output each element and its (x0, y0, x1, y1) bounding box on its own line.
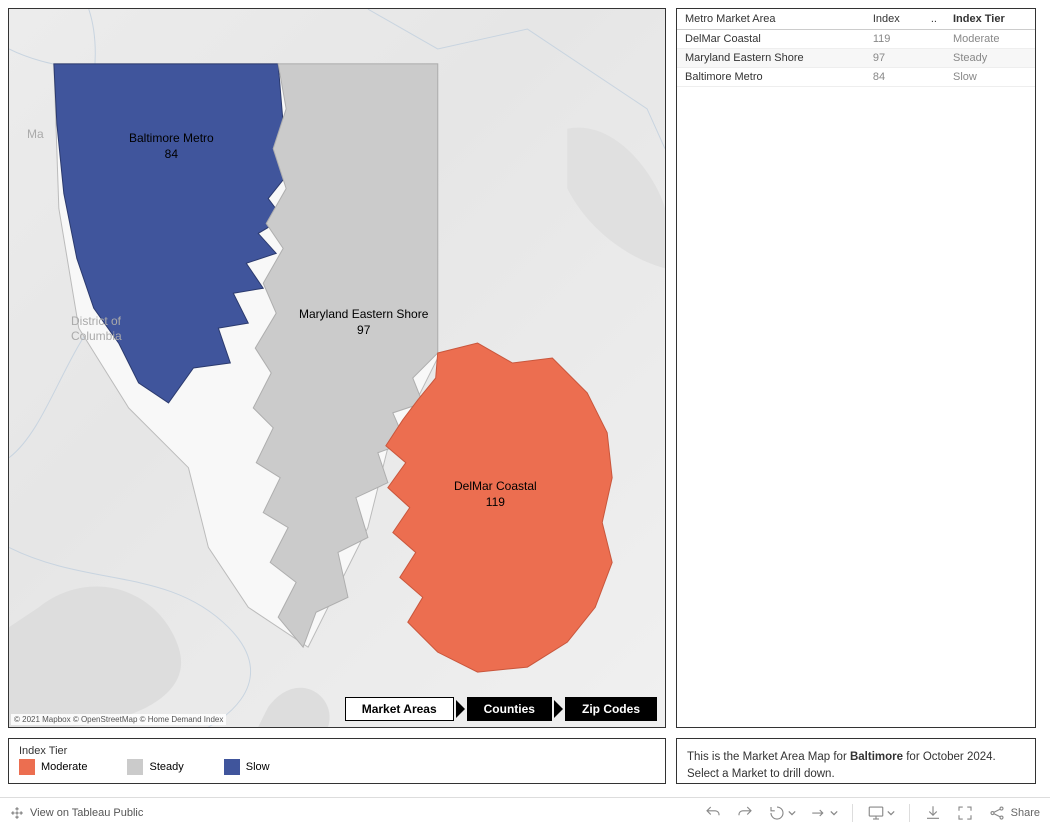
region-baltimore-metro[interactable] (54, 64, 288, 403)
share-button[interactable]: Share (988, 804, 1040, 822)
cell-area: Baltimore Metro (677, 68, 865, 87)
main-layout: Ma District of Columbia Baltimore Metro … (0, 0, 1050, 792)
nav-market-areas[interactable]: Market Areas (345, 697, 454, 721)
cell-tier: Steady (945, 49, 1035, 68)
tableau-logo-icon (10, 806, 24, 820)
nav-zip-codes[interactable]: Zip Codes (565, 697, 657, 721)
th-blank[interactable]: .. (923, 9, 945, 30)
map-attribution: © 2021 Mapbox © OpenStreetMap © Home Dem… (11, 714, 226, 725)
legend-item-slow[interactable]: Slow (224, 759, 270, 775)
revert-icon (810, 804, 828, 822)
caption-prefix: This is the Market Area Map for (687, 751, 850, 763)
presentation-icon (867, 804, 885, 822)
caret-down-icon (887, 809, 895, 817)
table-row[interactable]: DelMar Coastal 119 Moderate (677, 30, 1035, 49)
cell-area: Maryland Eastern Shore (677, 49, 865, 68)
toolbar-divider (852, 804, 853, 822)
toolbar-right: Share (704, 804, 1040, 822)
swatch-steady-icon (127, 759, 143, 775)
region-eastern-shore[interactable] (253, 64, 437, 647)
cell-index: 84 (865, 68, 923, 87)
legend-title: Index Tier (19, 745, 655, 757)
map-regions-svg (9, 9, 665, 727)
caption-line-1: This is the Market Area Map for Baltimor… (687, 749, 1025, 766)
tableau-toolbar: View on Tableau Public Share (0, 797, 1050, 827)
swatch-moderate-icon (19, 759, 35, 775)
caret-down-icon (788, 809, 796, 817)
region-delmar-coastal[interactable] (386, 343, 612, 672)
cell-index: 119 (865, 30, 923, 49)
caption-bold: Baltimore (850, 751, 903, 763)
th-tier[interactable]: Index Tier (945, 9, 1035, 30)
legend-label-moderate: Moderate (41, 761, 87, 773)
cell-tier: Moderate (945, 30, 1035, 49)
legend-label-steady: Steady (149, 761, 183, 773)
caption-line-2: Select a Market to drill down. (687, 766, 1025, 783)
share-icon (988, 804, 1006, 822)
drill-nav: Market Areas Counties Zip Codes (345, 697, 657, 721)
redo-icon[interactable] (736, 804, 754, 822)
toolbar-divider (909, 804, 910, 822)
th-area[interactable]: Metro Market Area (677, 9, 865, 30)
caption-panel: This is the Market Area Map for Baltimor… (676, 738, 1036, 784)
legend-panel: Index Tier Moderate Steady Slow (8, 738, 666, 784)
cell-area: DelMar Coastal (677, 30, 865, 49)
left-column: Ma District of Columbia Baltimore Metro … (8, 8, 666, 784)
table-row[interactable]: Baltimore Metro 84 Slow (677, 68, 1035, 87)
th-index[interactable]: Index (865, 9, 923, 30)
replay-dropdown[interactable] (768, 804, 796, 822)
table-row[interactable]: Maryland Eastern Shore 97 Steady (677, 49, 1035, 68)
legend-item-moderate[interactable]: Moderate (19, 759, 87, 775)
legend-item-steady[interactable]: Steady (127, 759, 183, 775)
view-on-tableau-label: View on Tableau Public (30, 807, 143, 819)
view-on-tableau[interactable]: View on Tableau Public (10, 806, 143, 820)
cell-blank (923, 49, 945, 68)
share-label: Share (1011, 807, 1040, 819)
data-table-panel: Metro Market Area Index .. Index Tier De… (676, 8, 1036, 728)
cell-index: 97 (865, 49, 923, 68)
cell-tier: Slow (945, 68, 1035, 87)
fullscreen-icon[interactable] (956, 804, 974, 822)
data-table[interactable]: Metro Market Area Index .. Index Tier De… (677, 9, 1035, 87)
legend-items: Moderate Steady Slow (19, 759, 655, 775)
replay-icon (768, 804, 786, 822)
chevron-right-icon (456, 700, 465, 718)
nav-counties[interactable]: Counties (467, 697, 552, 721)
legend-label-slow: Slow (246, 761, 270, 773)
right-column: Metro Market Area Index .. Index Tier De… (676, 8, 1036, 784)
cell-blank (923, 68, 945, 87)
cell-blank (923, 30, 945, 49)
caption-suffix: for October 2024. (903, 751, 996, 763)
device-dropdown[interactable] (867, 804, 895, 822)
chevron-right-icon (554, 700, 563, 718)
caret-down-icon (830, 809, 838, 817)
undo-icon[interactable] (704, 804, 722, 822)
download-icon[interactable] (924, 804, 942, 822)
swatch-slow-icon (224, 759, 240, 775)
map-panel[interactable]: Ma District of Columbia Baltimore Metro … (8, 8, 666, 728)
revert-dropdown[interactable] (810, 804, 838, 822)
